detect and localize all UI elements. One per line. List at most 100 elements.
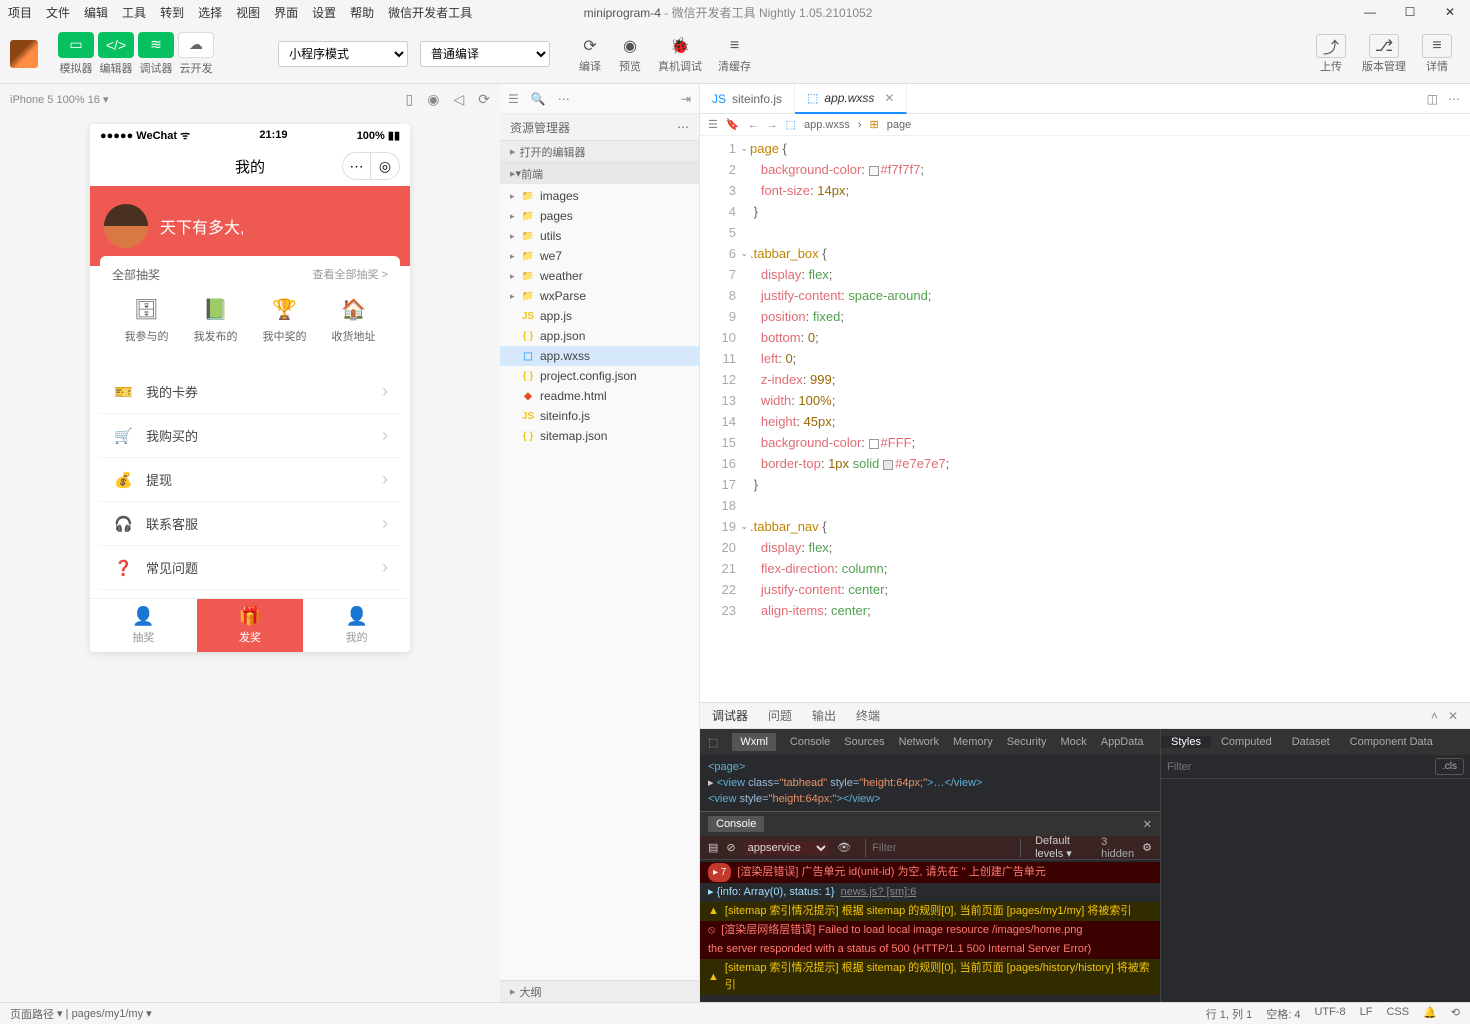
outline-section[interactable]: 大纲 (500, 980, 699, 1002)
tree-node[interactable]: { }project.config.json (500, 366, 699, 386)
capsule-close[interactable]: ◎ (371, 153, 399, 179)
tabbar-item[interactable]: 👤抽奖 (90, 599, 197, 652)
menu-帮助[interactable]: 帮助 (350, 6, 374, 20)
menu-视图[interactable]: 视图 (236, 6, 260, 20)
project-root[interactable]: ▾ 前端 (500, 162, 699, 184)
view-all-link[interactable]: 查看全部抽奖 > (313, 266, 388, 283)
opened-editors[interactable]: 打开的编辑器 (500, 140, 699, 162)
console-filter-input[interactable] (865, 839, 1021, 857)
list-item[interactable]: 💰提现 (100, 458, 400, 502)
compile-select[interactable]: 普通编译 (420, 41, 550, 67)
styles-tab[interactable]: Styles (1161, 736, 1211, 748)
editor-tab[interactable]: ⬚ app.wxss✕ (795, 84, 907, 114)
styles-tab[interactable]: Component Data (1340, 736, 1443, 748)
device-selector[interactable]: iPhone 5 100% 16 ▾ (10, 93, 108, 106)
console-close-icon[interactable]: ✕ (1143, 818, 1152, 831)
console-toggle-icon[interactable]: ▤ (708, 841, 718, 854)
close-button[interactable]: ✕ (1430, 0, 1470, 24)
tree-node[interactable]: ▸📁weather (500, 266, 699, 286)
panel-tab[interactable]: Network (899, 736, 939, 748)
tree-node[interactable]: ◆readme.html (500, 386, 699, 406)
console-levels[interactable]: Default levels ▾ (1035, 835, 1093, 860)
detail-button[interactable]: ≡详情 (1422, 34, 1452, 74)
record-icon[interactable]: ◉ (427, 91, 439, 108)
styles-filter-input[interactable] (1167, 761, 1435, 773)
tabbar-item[interactable]: 👤我的 (303, 599, 410, 652)
eye-icon[interactable]: 👁 (837, 841, 851, 854)
sync-icon[interactable]: ⟲ (1451, 1006, 1460, 1022)
clear-cache-button[interactable]: ≡清缓存 (718, 34, 751, 74)
inspect-icon[interactable]: ⬚ (708, 736, 718, 749)
tree-node[interactable]: { }sitemap.json (500, 426, 699, 446)
console-settings-icon[interactable]: ⚙ (1142, 841, 1152, 854)
panel-tab[interactable]: Security (1007, 736, 1047, 748)
upload-button[interactable]: ⤴上传 (1316, 34, 1346, 74)
tree-node[interactable]: JSsiteinfo.js (500, 406, 699, 426)
menu-文件[interactable]: 文件 (46, 6, 70, 20)
devtools-tab[interactable]: 终端 (856, 707, 880, 724)
collapse-icon[interactable]: ⇥ (681, 92, 691, 106)
profile-header[interactable]: 天下有多大, (90, 186, 410, 266)
simulator-button[interactable]: ▭模拟器 (58, 32, 94, 76)
more-icon[interactable]: ⋯ (558, 92, 570, 106)
tree-node[interactable]: ▸📁we7 (500, 246, 699, 266)
console-clear-icon[interactable]: ⊘ (726, 841, 735, 854)
menu-微信开发者工具[interactable]: 微信开发者工具 (388, 6, 472, 20)
panel-tab[interactable]: Sources (844, 736, 884, 748)
tree-node[interactable]: ▸📁wxParse (500, 286, 699, 306)
bookmark-icon[interactable]: 🔖 (726, 118, 740, 131)
list-item[interactable]: 🎧联系客服 (100, 502, 400, 546)
devtools-tab[interactable]: 问题 (768, 707, 792, 724)
list-item[interactable]: 🎫我的卡券 (100, 370, 400, 414)
page-path[interactable]: pages/my1/my (72, 1008, 144, 1020)
editor-more-icon[interactable]: ⋯ (1448, 92, 1460, 106)
menu-编辑[interactable]: 编辑 (84, 6, 108, 20)
tree-node[interactable]: ⬚app.wxss (500, 346, 699, 366)
devtools-collapse-icon[interactable]: ˄ (1431, 709, 1438, 723)
remote-debug-button[interactable]: 🐞真机调试 (658, 34, 702, 74)
tree-node[interactable]: { }app.json (500, 326, 699, 346)
menu-设置[interactable]: 设置 (312, 6, 336, 20)
panel-tab[interactable]: Console (790, 736, 830, 748)
devtools-close-icon[interactable]: ✕ (1448, 709, 1458, 723)
back-icon[interactable]: ◁ (453, 91, 464, 108)
panel-tab[interactable]: Wxml (732, 733, 776, 751)
code-area[interactable]: page { background-color: #f7f7f7; font-s… (750, 136, 1470, 702)
refresh-icon[interactable]: ⟳ (478, 91, 490, 108)
list-item[interactable]: 🛒我购买的 (100, 414, 400, 458)
menu-界面[interactable]: 界面 (274, 6, 298, 20)
device-icon[interactable]: ▯ (406, 91, 414, 108)
tree-node[interactable]: ▸📁utils (500, 226, 699, 246)
grid-item[interactable]: 🏆我中奖的 (263, 297, 307, 344)
menu-工具[interactable]: 工具 (122, 6, 146, 20)
debugger-button[interactable]: ≋调试器 (138, 32, 174, 76)
menu-转到[interactable]: 转到 (160, 6, 184, 20)
crumb-menu-icon[interactable]: ☰ (708, 118, 718, 131)
editor-button[interactable]: </>编辑器 (98, 32, 134, 76)
editor-tab[interactable]: JS siteinfo.js (700, 84, 795, 114)
menu-项目[interactable]: 项目 (8, 6, 32, 20)
crumb-back-icon[interactable]: ← (748, 119, 759, 131)
grid-item[interactable]: 📗我发布的 (194, 297, 238, 344)
bell-icon[interactable]: 🔔 (1423, 1006, 1437, 1022)
panel-tab[interactable]: Mock (1060, 736, 1086, 748)
wxml-tree[interactable]: <page>▸ <view class="tabhead" style="hei… (700, 755, 1160, 811)
compile-button[interactable]: ⟳编译 (578, 34, 602, 74)
console-scope-select[interactable]: appservice (744, 841, 830, 855)
mode-select[interactable]: 小程序模式 (278, 41, 408, 67)
grid-item[interactable]: 🗄我参与的 (125, 297, 169, 344)
crumb-forward-icon[interactable]: → (767, 119, 778, 131)
explorer-toggle-icon[interactable]: ☰ (508, 92, 519, 106)
version-button[interactable]: ⎇版本管理 (1362, 34, 1406, 74)
panel-tab[interactable]: AppData (1101, 736, 1144, 748)
tabbar-item[interactable]: 🎁发奖 (197, 599, 304, 652)
devtools-tab[interactable]: 调试器 (712, 707, 748, 724)
maximize-button[interactable]: ☐ (1390, 0, 1430, 24)
search-icon[interactable]: 🔍 (531, 92, 546, 106)
preview-button[interactable]: ◉预览 (618, 34, 642, 74)
explorer-menu-icon[interactable]: ⋯ (677, 120, 689, 134)
styles-tab[interactable]: Computed (1211, 736, 1282, 748)
split-icon[interactable]: ◫ (1427, 92, 1438, 106)
cls-toggle[interactable]: .cls (1435, 758, 1464, 775)
grid-item[interactable]: 🏠收货地址 (332, 297, 376, 344)
